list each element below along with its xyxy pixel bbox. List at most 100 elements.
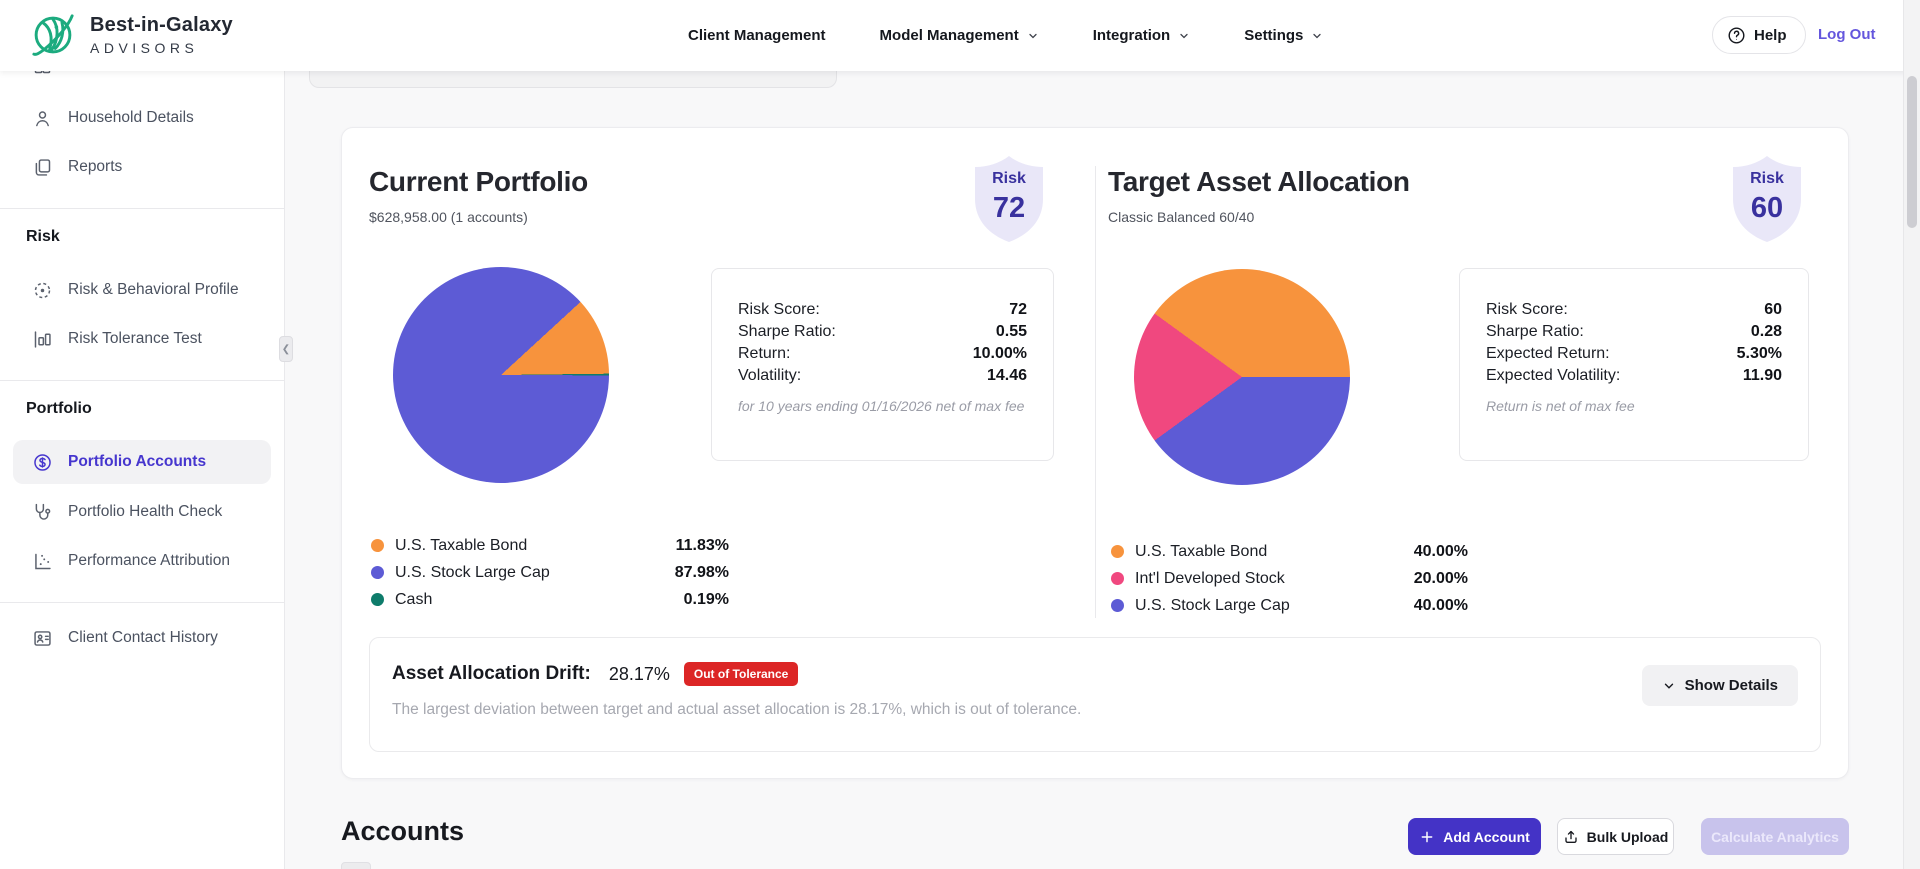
page-scrollbar[interactable]: [1903, 0, 1920, 869]
chevron-down-icon: [1180, 33, 1188, 38]
pages-icon: [32, 157, 53, 178]
risk-score-shield-target: Risk 60: [1731, 154, 1803, 244]
sidebar-divider: [0, 602, 284, 603]
legend-label: U.S. Stock Large Cap: [395, 563, 550, 581]
logout-link[interactable]: Log Out: [1818, 26, 1875, 43]
legend-item: Cash 0.19%: [371, 586, 729, 613]
show-details-label: Show Details: [1684, 677, 1778, 694]
nav-integration[interactable]: Integration: [1093, 27, 1191, 44]
stat-label: Risk Score:: [738, 301, 820, 318]
person-icon: [32, 108, 53, 129]
planet-logo-icon: [32, 14, 74, 56]
drift-title: Asset Allocation Drift:: [392, 663, 591, 684]
nav-label: Model Management: [879, 27, 1019, 44]
legend-dot: [371, 539, 384, 552]
sidebar-item-risk-behavioral-profile[interactable]: Risk & Behavioral Profile: [0, 270, 284, 310]
current-portfolio-title: Current Portfolio: [369, 166, 588, 197]
add-account-label: Add Account: [1443, 828, 1530, 845]
legend-dot: [1111, 545, 1124, 558]
target-icon: [32, 280, 53, 301]
stat-value: 10.00%: [972, 345, 1027, 362]
legend-label: Cash: [395, 590, 433, 608]
target-allocation-legend: U.S. Taxable Bond 40.00% Int'l Developed…: [1111, 538, 1468, 619]
current-portfolio-stats: Risk Score: 72 Sharpe Ratio: 0.55 Return: 1…: [711, 268, 1054, 461]
nav-client-management[interactable]: Client Management: [688, 27, 826, 44]
risk-shield-value: 72: [992, 192, 1026, 224]
risk-shield-value: 60: [1750, 192, 1784, 224]
legend-label: Int'l Developed Stock: [1135, 569, 1285, 587]
bar-chart-icon: [32, 329, 53, 350]
chevron-down-icon: [1029, 33, 1037, 38]
help-button[interactable]: Help: [1712, 16, 1806, 54]
legend-label: U.S. Taxable Bond: [1135, 542, 1268, 560]
chevron-down-icon: [1664, 683, 1673, 689]
chevron-down-icon: [1313, 33, 1322, 38]
sidebar-item-household-details[interactable]: Household Details: [0, 98, 284, 138]
sidebar-item-dashboard[interactable]: Dashboard: [0, 71, 284, 85]
nav-settings[interactable]: Settings: [1244, 27, 1323, 44]
nav-label: Settings: [1244, 27, 1304, 44]
sidebar-item-label: Risk & Behavioral Profile: [68, 281, 239, 298]
brand-logo[interactable]: Best-in-Galaxy ADVISORS: [26, 8, 233, 62]
stat-value: 11.90: [1742, 367, 1782, 384]
stat-label: Volatility:: [738, 367, 802, 384]
add-account-button[interactable]: Add Account: [1408, 818, 1541, 855]
risk-shield-label: Risk: [992, 170, 1026, 187]
legend-item: Int'l Developed Stock 20.00%: [1111, 565, 1468, 592]
sidebar-item-label: Performance Attribution: [68, 552, 230, 569]
upload-icon: [1564, 830, 1577, 843]
scrollbar-thumb[interactable]: [1907, 76, 1917, 228]
sidebar-item-performance-attribution[interactable]: Performance Attribution: [0, 541, 284, 581]
sidebar-item-risk-tolerance-test[interactable]: Risk Tolerance Test: [0, 319, 284, 359]
stat-label: Expected Volatility:: [1486, 367, 1621, 384]
sidebar-item-reports[interactable]: Reports: [0, 147, 284, 187]
current-portfolio-subtitle: $628,958.00 (1 accounts): [369, 209, 528, 225]
stat-value: 14.46: [986, 367, 1027, 384]
legend-value: 20.00%: [1413, 569, 1468, 587]
plus-icon: [1421, 831, 1433, 842]
sidebar-item-label: Portfolio Accounts: [68, 453, 207, 470]
nav-model-management[interactable]: Model Management: [880, 27, 1039, 44]
sidebar-collapse-handle[interactable]: ❮: [279, 336, 293, 362]
risk-shield-label: Risk: [1750, 170, 1784, 187]
calculate-analytics-button[interactable]: Calculate Analytics: [1701, 818, 1849, 855]
legend-value: 87.98%: [674, 563, 729, 581]
brand-name: Best-in-Galaxy: [90, 14, 233, 36]
sidebar-item-client-contact-history[interactable]: Client Contact History: [0, 618, 284, 658]
legend-value: 40.00%: [1413, 596, 1468, 614]
bulk-upload-label: Bulk Upload: [1586, 828, 1669, 845]
nav-label: Client Management: [688, 27, 826, 44]
sidebar-item-label: Portfolio Health Check: [68, 503, 223, 520]
stat-value: 0.55: [995, 323, 1027, 340]
stats-footnote: Return is net of max fee: [1486, 398, 1635, 414]
legend-dot: [1111, 572, 1124, 585]
legend-value: 11.83%: [675, 536, 729, 554]
sidebar-item-label: Dashboard: [68, 71, 144, 74]
drift-description: The largest deviation between target and…: [392, 701, 1082, 718]
scatter-plot-icon: [32, 551, 53, 572]
current-portfolio-pie-chart: [393, 267, 609, 483]
target-allocation-stats: Risk Score: 60 Sharpe Ratio: 0.28 Expected…: [1459, 268, 1809, 461]
portfolio-comparison-card: Current Portfolio $628,958.00 (1 account…: [341, 127, 1849, 779]
legend-dot: [371, 566, 384, 579]
bulk-upload-button[interactable]: Bulk Upload: [1557, 818, 1674, 855]
sidebar-item-portfolio-accounts[interactable]: Portfolio Accounts: [13, 440, 271, 484]
sidebar-item-portfolio-health-check[interactable]: Portfolio Health Check: [0, 492, 284, 532]
asset-allocation-drift-panel: Asset Allocation Drift: 28.17% Out of To…: [369, 637, 1821, 752]
stat-value: 0.28: [1750, 323, 1782, 340]
contact-card-icon: [32, 628, 53, 649]
out-of-tolerance-badge: Out of Tolerance: [683, 662, 799, 686]
stat-label: Return:: [738, 345, 791, 362]
current-portfolio-legend: U.S. Taxable Bond 11.83% U.S. Stock Larg…: [371, 532, 729, 613]
question-circle-icon: [1728, 27, 1745, 43]
stats-footnote: for 10 years ending 01/16/2026 net of ma…: [738, 398, 1025, 414]
show-details-button[interactable]: Show Details: [1641, 665, 1798, 706]
sidebar-divider: [0, 380, 284, 381]
dollar-circle-icon: [32, 452, 53, 473]
sidebar-item-label: Client Contact History: [68, 629, 218, 646]
help-label: Help: [1754, 26, 1787, 44]
sidebar: Dashboard Household Details Reports Risk…: [0, 71, 285, 869]
legend-value: 0.19%: [683, 590, 729, 608]
top-header: Best-in-Galaxy ADVISORS Client Managemen…: [0, 0, 1920, 71]
legend-dot: [371, 593, 384, 606]
